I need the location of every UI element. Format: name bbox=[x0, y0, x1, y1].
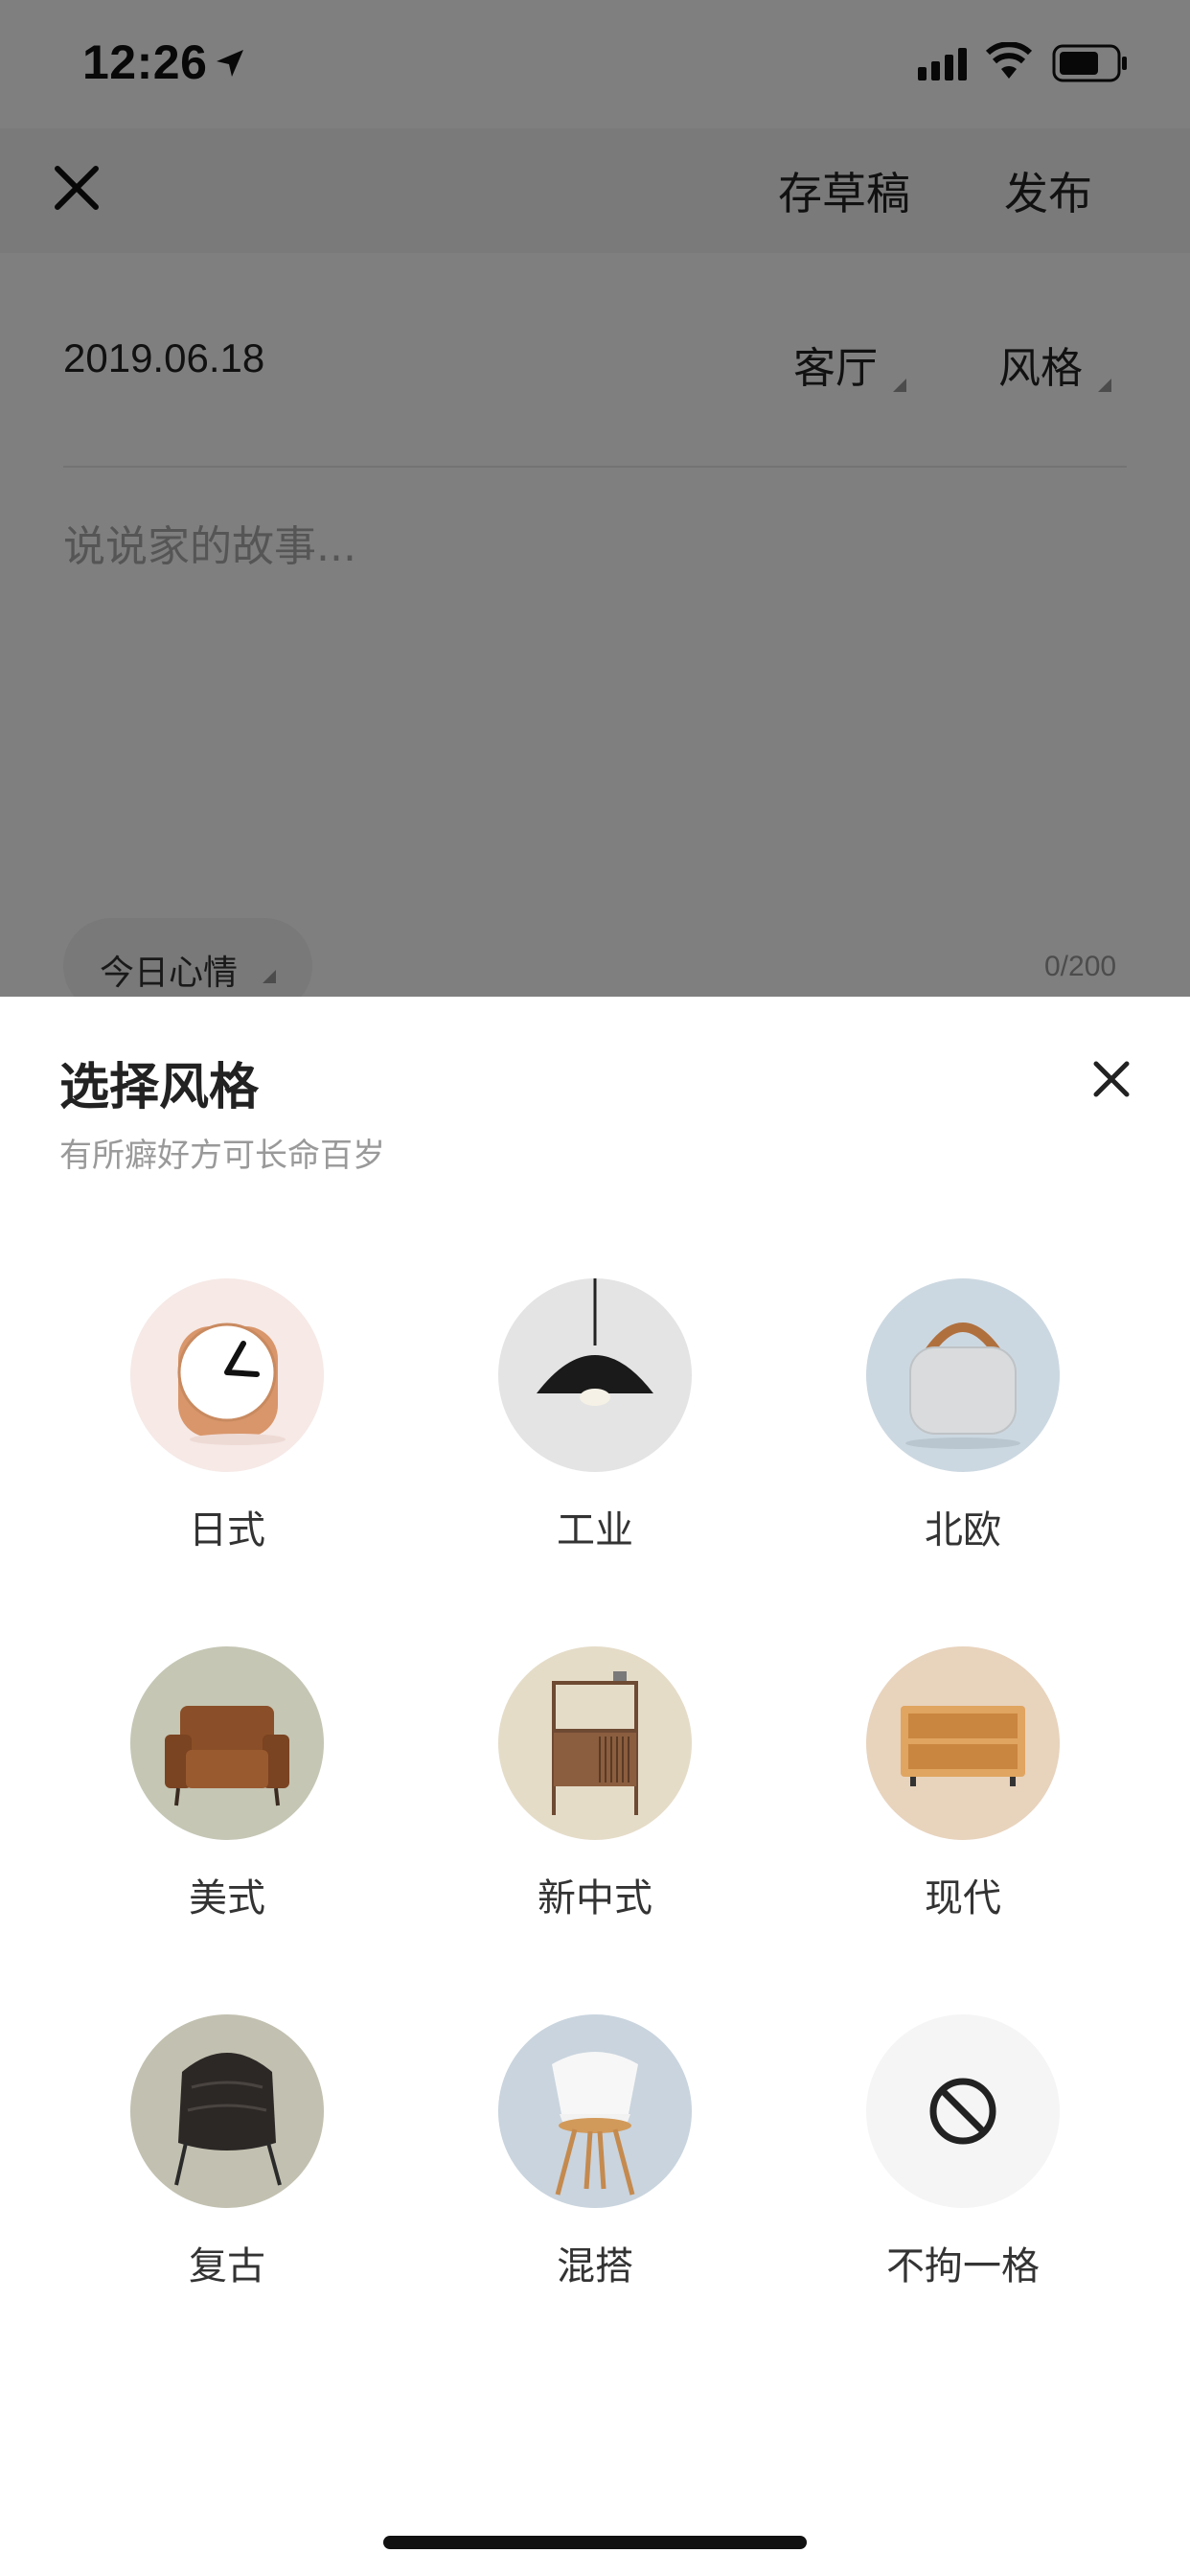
pendant-lamp-icon bbox=[498, 1278, 692, 1472]
close-icon[interactable] bbox=[1090, 1058, 1133, 1100]
tv-stand-icon bbox=[866, 1646, 1060, 1840]
style-option-japanese[interactable]: 日式 bbox=[92, 1278, 360, 1566]
home-indicator[interactable] bbox=[383, 2536, 807, 2549]
style-option-modern[interactable]: 现代 bbox=[828, 1646, 1096, 1934]
clock-icon bbox=[130, 1278, 324, 1472]
style-option-label: 复古 bbox=[189, 2244, 265, 2288]
style-option-label: 现代 bbox=[925, 1876, 1001, 1920]
style-option-new-chinese[interactable]: 新中式 bbox=[460, 1646, 728, 1934]
sheet-subtitle: 有所癖好方可长命百岁 bbox=[59, 1137, 385, 1175]
style-option-label: 混搭 bbox=[557, 2244, 633, 2288]
sheet-title: 选择风格 bbox=[59, 1059, 260, 1116]
dining-chair-icon bbox=[498, 2014, 692, 2208]
style-option-label: 不拘一格 bbox=[886, 2244, 1040, 2288]
style-option-american[interactable]: 美式 bbox=[92, 1646, 360, 1934]
no-style-icon bbox=[866, 2014, 1060, 2208]
style-option-label: 工业 bbox=[557, 1508, 633, 1552]
style-option-label: 北欧 bbox=[925, 1508, 1001, 1552]
leather-chair-icon bbox=[130, 2014, 324, 2208]
modal-overlay[interactable] bbox=[0, 0, 1190, 997]
armchair-icon bbox=[130, 1646, 324, 1840]
style-option-industrial[interactable]: 工业 bbox=[460, 1278, 728, 1566]
style-option-mix[interactable]: 混搭 bbox=[460, 2014, 728, 2302]
style-option-label: 美式 bbox=[189, 1876, 265, 1920]
style-option-vintage[interactable]: 复古 bbox=[92, 2014, 360, 2302]
style-option-nordic[interactable]: 北欧 bbox=[828, 1278, 1096, 1566]
cabinet-icon bbox=[498, 1646, 692, 1840]
style-option-label: 日式 bbox=[189, 1508, 265, 1552]
style-option-no-style[interactable]: 不拘一格 bbox=[828, 2014, 1096, 2302]
speaker-icon bbox=[866, 1278, 1060, 1472]
style-option-label: 新中式 bbox=[538, 1876, 652, 1920]
